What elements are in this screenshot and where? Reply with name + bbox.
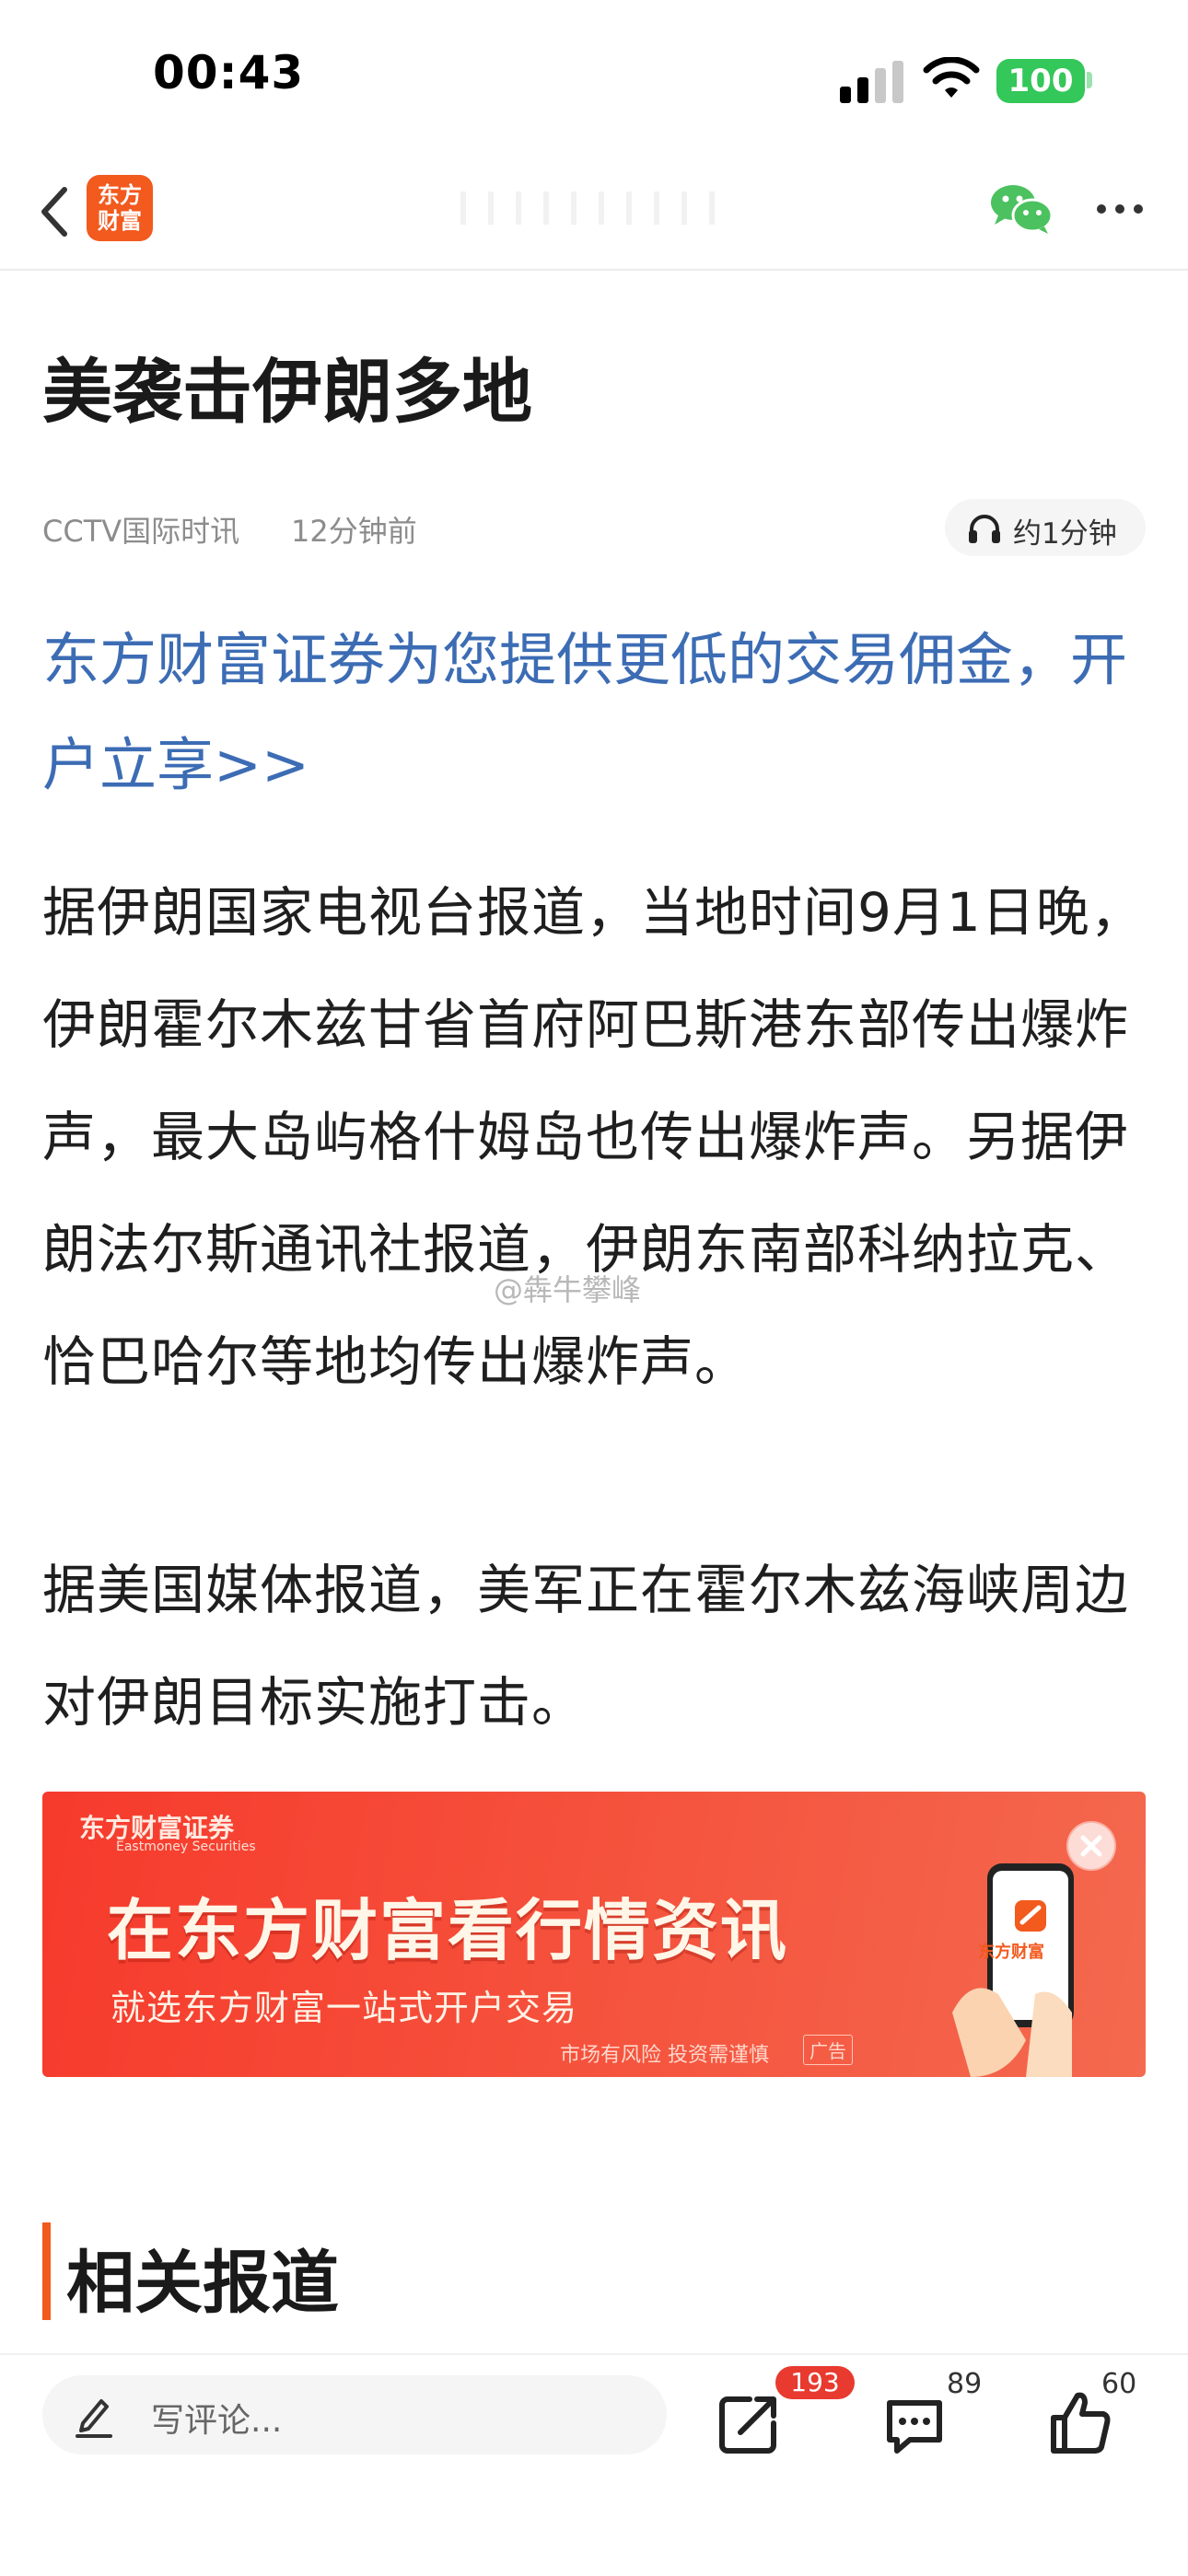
article-paragraph: 据伊朗国家电视台报道，当地时间9月1日晚，伊朗霍尔木兹甘省首府阿巴斯港东部传出爆… [42, 881, 1145, 1393]
pencil-icon [76, 2399, 112, 2438]
listen-duration: 约1分钟 [1013, 517, 1117, 551]
wifi-icon [923, 57, 980, 98]
comment-icon[interactable] [882, 2392, 947, 2456]
ad-phone-brand: 东方财富 [978, 1943, 1044, 1962]
app-logo-line2: 财富 [98, 208, 142, 234]
ellipsis-icon[interactable] [1092, 195, 1147, 223]
cellular-signal-icon [840, 61, 903, 103]
ad-tag: 广告 [803, 2035, 853, 2065]
status-time: 00:43 [153, 46, 305, 99]
comment-input[interactable]: 写评论... [42, 2375, 667, 2454]
ad-risk-notice: 市场有风险 投资需谨慎 [560, 2044, 769, 2067]
top-nav-bar: 东方 财富 [0, 147, 1188, 271]
share-icon[interactable] [716, 2392, 781, 2456]
ad-headline: 在东方财富看行情资讯 [107, 1892, 789, 1969]
related-section-title: 相关报道 [66, 2244, 339, 2323]
ad-subline: 就选东方财富一站式开户交易 [111, 1988, 578, 2028]
nav-title-placeholder [460, 191, 728, 225]
ad-brand-en: Eastmoney Securities [116, 1839, 256, 1854]
section-accent-bar [42, 2222, 51, 2320]
app-logo-line1: 东方 [98, 182, 142, 208]
headphones-icon [969, 515, 1000, 543]
article-title: 美袭击伊朗多地 [42, 351, 532, 433]
like-count: 60 [1101, 2368, 1137, 2400]
listen-button[interactable]: 约1分钟 [945, 499, 1146, 556]
chevron-left-icon[interactable] [33, 184, 79, 239]
article-source[interactable]: CCTV国际时讯 [42, 508, 239, 551]
phone-illustration-icon [952, 1863, 1074, 2077]
wechat-icon[interactable] [989, 182, 1054, 236]
article-paragraph: 据美国媒体报道，美军正在霍尔木兹海峡周边对伊朗目标实施打击。 [42, 1559, 1130, 1734]
share-count-badge: 193 [775, 2366, 855, 2399]
battery-tip [1087, 72, 1092, 88]
close-icon[interactable] [1066, 1821, 1116, 1871]
weibo-watermark: @犇牛攀峰 [494, 1272, 642, 1307]
comment-placeholder: 写评论... [151, 2402, 283, 2440]
battery-indicator: 100 [996, 59, 1085, 103]
bottom-action-bar: 写评论... 193 89 60 [0, 2353, 1188, 2576]
article-time: 12分钟前 [291, 514, 417, 549]
comment-count: 89 [947, 2368, 983, 2400]
app-logo[interactable]: 东方 财富 [87, 175, 153, 241]
promo-link[interactable]: 东方财富证券为您提供更低的交易佣金，开户立享>> [42, 608, 1147, 818]
ad-banner[interactable]: 东方财富证券 Eastmoney Securities 在东方财富看行情资讯 就… [42, 1792, 1146, 2077]
